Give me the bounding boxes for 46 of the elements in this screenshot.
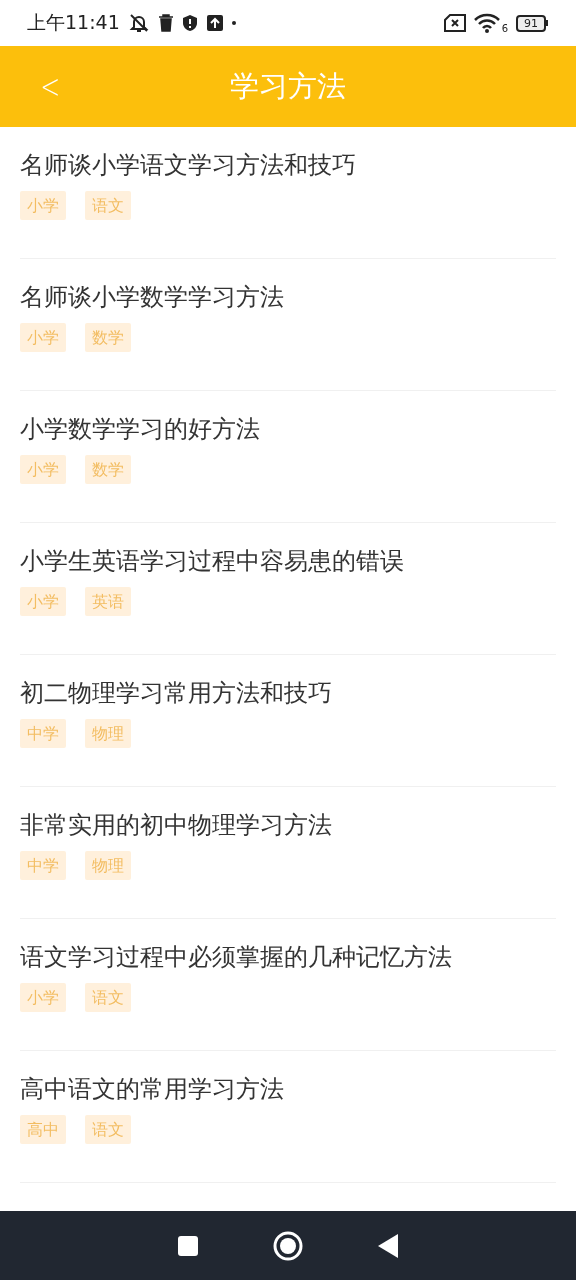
article-item[interactable]: 名师谈小学数学学习方法 小学 数学 [20,259,556,391]
article-item[interactable]: 非常实用的初中物理学习方法 中学 物理 [20,787,556,919]
tag: 数学 [85,323,131,352]
home-button[interactable] [273,1230,303,1261]
tag: 语文 [85,983,131,1012]
tag: 中学 [20,719,66,748]
article-title: 非常实用的初中物理学习方法 [20,810,333,841]
article-item[interactable]: 小学数学学习的好方法 小学 数学 [20,391,556,523]
tag: 中学 [20,851,66,880]
article-title: 小学数学学习的好方法 [20,414,261,445]
wifi-icon [473,13,500,33]
bell-off-icon [127,12,150,34]
article-title: 高中语文的常用学习方法 [20,1074,285,1105]
battery-level: 91 [516,14,546,32]
tag: 小学 [20,455,66,484]
tag: 物理 [85,719,131,748]
status-time: 上午11:41 [27,10,120,35]
article-item[interactable]: 小学生英语学习过程中容易患的错误 小学 英语 [20,523,556,655]
back-nav-button[interactable] [377,1232,399,1259]
recents-button[interactable] [177,1234,199,1257]
tag: 数学 [85,455,131,484]
shield-icon [181,14,198,32]
tag: 小学 [20,191,66,220]
article-item[interactable]: 高中语文的常用学习方法 高中 语文 [20,1051,556,1183]
tag: 语文 [85,191,131,220]
article-title: 语文学习过程中必须掌握的几种记忆方法 [20,942,453,973]
tag: 英语 [85,587,131,616]
page-title: 学习方法 [230,67,346,105]
sim-off-icon [443,14,466,32]
article-title: 小学生英语学习过程中容易患的错误 [20,546,405,577]
tag: 语文 [85,1115,131,1144]
tag: 小学 [20,587,66,616]
tag: 小学 [20,323,66,352]
wifi-label: 6 [501,22,508,36]
upload-icon [205,14,224,32]
article-item[interactable]: 语文学习过程中必须掌握的几种记忆方法 小学 语文 [20,919,556,1051]
dot-icon [231,21,236,25]
tag: 物理 [85,851,131,880]
article-title: 名师谈小学语文学习方法和技巧 [20,150,357,181]
article-item[interactable]: 名师谈小学语文学习方法和技巧 小学 语文 [20,127,556,259]
article-item[interactable]: 初二物理学习常用方法和技巧 中学 物理 [20,655,556,787]
tag: 高中 [20,1115,66,1144]
article-title: 初二物理学习常用方法和技巧 [20,678,333,709]
article-title: 名师谈小学数学学习方法 [20,282,285,313]
trash-icon [157,14,174,32]
tag: 小学 [20,983,66,1012]
